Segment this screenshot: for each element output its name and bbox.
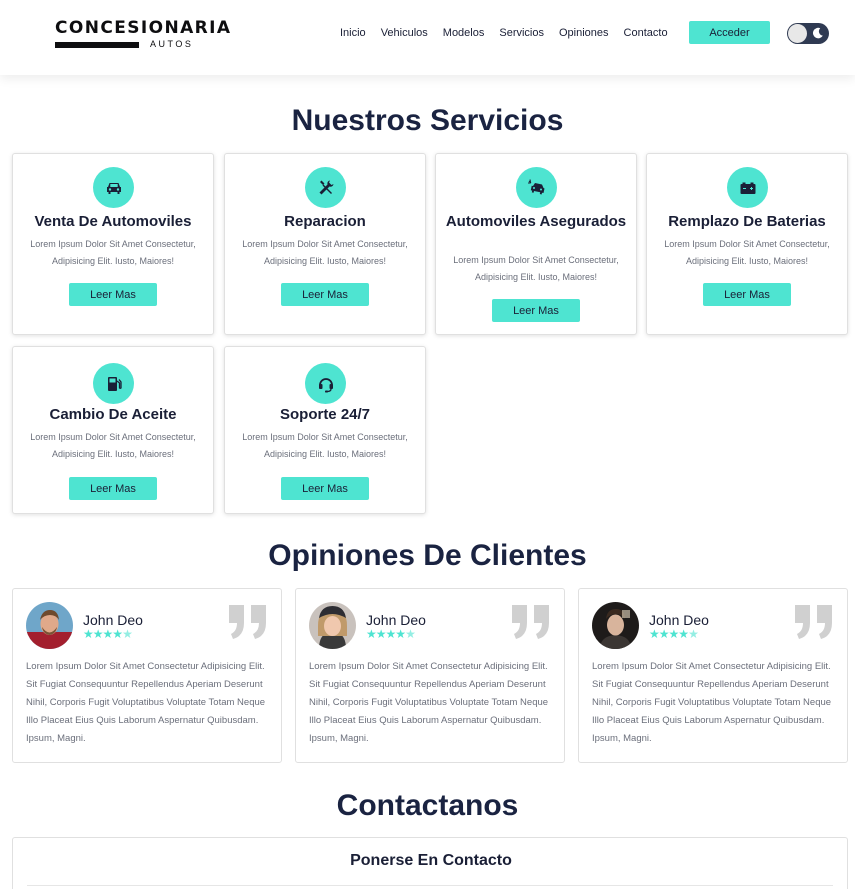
services-title: Nuestros Servicios [291, 104, 564, 137]
review-text: Lorem Ipsum Dolor Sit Amet Consectetur A… [26, 661, 266, 744]
reviews-title: Opiniones De Clientes [268, 539, 587, 572]
form-field-top[interactable] [27, 885, 833, 886]
contact-title: Contactanos [336, 789, 519, 822]
star-icon: ★ [102, 627, 114, 641]
service-title: Venta De Automoviles [34, 213, 192, 230]
service-card: Automoviles Asegurados Lorem Ipsum Dolor… [435, 153, 637, 335]
review-text: Lorem Ipsum Dolor Sit Amet Consectetur A… [592, 661, 832, 744]
reviewer-name: John Deo [83, 612, 143, 628]
star-icon: ★ [92, 627, 104, 641]
reviewer-name: John Deo [366, 612, 426, 628]
read-more-button[interactable]: Leer Mas [492, 299, 580, 322]
contact-subtitle: Ponerse En Contacto [350, 852, 512, 869]
review-card: John Deo ★★★★★ Lorem Ipsum Dolor Sit Ame… [12, 588, 282, 763]
service-card: Remplazo De Baterias Lorem Ipsum Dolor S… [646, 153, 848, 335]
read-more-button[interactable]: Leer Mas [703, 283, 791, 306]
logo-bar [55, 42, 139, 48]
gas-pump-icon [93, 363, 134, 404]
read-more-button[interactable]: Leer Mas [281, 283, 369, 306]
service-card: Reparacion Lorem Ipsum Dolor Sit Amet Co… [224, 153, 426, 335]
star-icon: ★ [375, 627, 387, 641]
reviewer-name: John Deo [649, 612, 709, 628]
star-rating: ★★★★★ [366, 627, 416, 641]
quote-icon [229, 605, 266, 639]
nav-link-modelos[interactable]: Modelos [443, 27, 485, 39]
avatar [26, 602, 73, 649]
battery-icon [727, 167, 768, 208]
nav-link-servicios[interactable]: Servicios [499, 27, 544, 39]
star-icon: ★ [366, 627, 377, 641]
read-more-button[interactable]: Leer Mas [281, 477, 369, 500]
star-icon: ★ [385, 627, 397, 641]
star-icon: ★ [649, 627, 660, 641]
service-title: Reparacion [284, 213, 366, 230]
review-text: Lorem Ipsum Dolor Sit Amet Consectetur A… [309, 661, 549, 744]
toggle-knob [788, 24, 807, 43]
avatar [592, 602, 639, 649]
service-card: Soporte 24/7 Lorem Ipsum Dolor Sit Amet … [224, 346, 426, 514]
service-text: Lorem Ipsum Dolor Sit Amet Consectetur, … [30, 432, 196, 459]
contact-form: Ponerse En Contacto [12, 837, 848, 889]
brand-logo[interactable]: CONCESIONARIA AUTOS [55, 18, 232, 49]
headset-icon [305, 363, 346, 404]
moon-icon [812, 27, 823, 39]
site-header: CONCESIONARIA AUTOS Inicio Vehiculos Mod… [0, 0, 855, 75]
quote-icon [512, 605, 549, 639]
nav-link-inicio[interactable]: Inicio [340, 27, 366, 39]
read-more-button[interactable]: Leer Mas [69, 477, 157, 500]
read-more-button[interactable]: Leer Mas [69, 283, 157, 306]
star-rating: ★★★★★ [83, 627, 133, 641]
half-star-icon: ★ [405, 627, 416, 641]
half-star-icon: ★ [122, 627, 133, 641]
star-icon: ★ [668, 627, 680, 641]
service-text: Lorem Ipsum Dolor Sit Amet Consectetur, … [242, 432, 408, 459]
car-icon [93, 167, 134, 208]
brand-sub: AUTOS [150, 39, 194, 49]
review-card: John Deo ★★★★★ Lorem Ipsum Dolor Sit Ame… [295, 588, 565, 763]
service-card: Venta De Automoviles Lorem Ipsum Dolor S… [12, 153, 214, 335]
half-star-icon: ★ [688, 627, 699, 641]
car-crash-icon [516, 167, 557, 208]
service-card: Cambio De Aceite Lorem Ipsum Dolor Sit A… [12, 346, 214, 514]
service-text: Lorem Ipsum Dolor Sit Amet Consectetur, … [453, 255, 619, 282]
star-icon: ★ [678, 627, 689, 641]
service-text: Lorem Ipsum Dolor Sit Amet Consectetur, … [664, 239, 830, 266]
nav-link-vehiculos[interactable]: Vehiculos [381, 27, 428, 39]
review-card: John Deo ★★★★★ Lorem Ipsum Dolor Sit Ame… [578, 588, 848, 763]
star-rating: ★★★★★ [649, 627, 699, 641]
tools-icon [305, 167, 346, 208]
nav-link-contacto[interactable]: Contacto [624, 27, 668, 39]
dark-mode-toggle[interactable] [787, 23, 829, 44]
service-text: Lorem Ipsum Dolor Sit Amet Consectetur, … [242, 239, 408, 266]
star-icon: ★ [658, 627, 670, 641]
nav-link-opiniones[interactable]: Opiniones [559, 27, 609, 39]
star-icon: ★ [395, 627, 406, 641]
brand-name: CONCESIONARIA [55, 18, 232, 38]
star-icon: ★ [83, 627, 94, 641]
service-text: Lorem Ipsum Dolor Sit Amet Consectetur, … [30, 239, 196, 266]
quote-icon [795, 605, 832, 639]
login-button[interactable]: Acceder [689, 21, 770, 44]
star-icon: ★ [112, 627, 123, 641]
service-title: Automoviles Asegurados [445, 213, 627, 230]
service-title: Soporte 24/7 [279, 406, 371, 423]
service-title: Remplazo De Baterias [668, 213, 826, 230]
service-title: Cambio De Aceite [49, 406, 177, 423]
main-nav: Inicio Vehiculos Modelos Servicios Opini… [340, 27, 683, 39]
avatar [309, 602, 356, 649]
